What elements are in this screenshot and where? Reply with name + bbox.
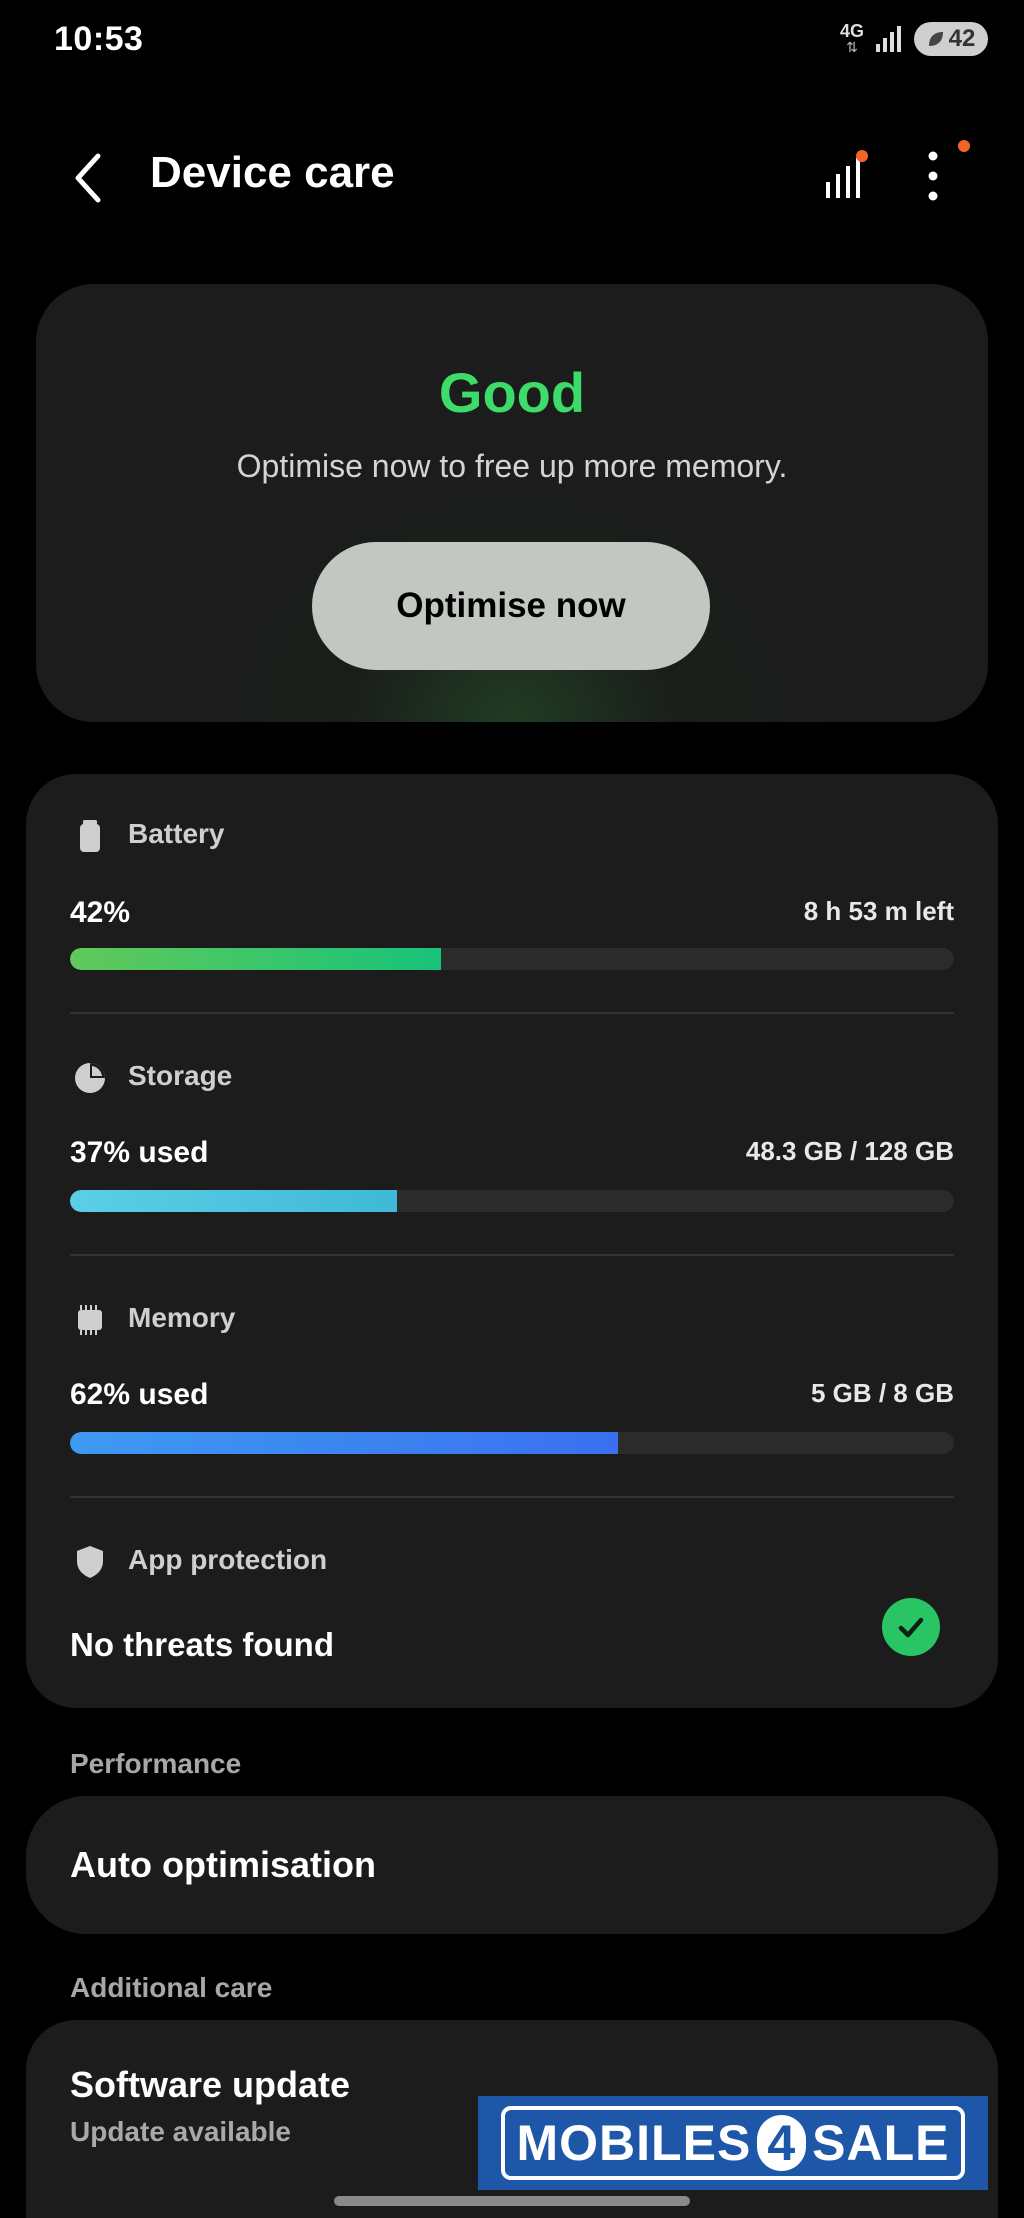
memory-capacity: 5 GB / 8 GB — [810, 1378, 954, 1408]
page-title: Device care — [150, 148, 395, 197]
storage-used: 37% used — [70, 1136, 209, 1169]
notification-dot — [856, 150, 868, 162]
network-type: 4G — [839, 21, 864, 41]
status-message: Optimise now to free up more memory. — [236, 448, 788, 484]
memory-chip-icon — [78, 1305, 102, 1335]
watermark-text: MOBILES 4 SALE — [500, 2106, 966, 2180]
memory-used: 62% used — [70, 1378, 209, 1411]
software-update-subtitle: Update available — [70, 2116, 291, 2147]
divider — [70, 1254, 954, 1256]
optimise-now-button[interactable]: Optimise now — [312, 542, 710, 670]
software-update-title: Software update — [70, 2064, 351, 2105]
storage-progress-fill — [70, 1190, 398, 1212]
storage-capacity: 48.3 GB / 128 GB — [745, 1136, 954, 1166]
status-time: 10:53 — [54, 20, 144, 58]
battery-level: 42 — [948, 25, 976, 52]
more-vertical-icon — [928, 151, 938, 201]
divider — [70, 1012, 954, 1014]
watermark-text-right: SALE — [812, 2115, 950, 2171]
shield-icon — [77, 1546, 103, 1578]
divider — [70, 1496, 954, 1498]
storage-title: Storage — [128, 1060, 233, 1091]
battery-percent: 42% — [70, 896, 131, 929]
auto-optimisation-item[interactable]: Auto optimisation — [26, 1796, 998, 1934]
status-icons: 4G ⇅ 42 — [840, 22, 988, 56]
battery-section[interactable]: Battery 42% 8 h 53 m left — [70, 816, 954, 1056]
additional-care-label: Additional care — [70, 1972, 273, 2003]
auto-optimisation-title: Auto optimisation — [70, 1844, 376, 1885]
app-protection-status: No threats found — [70, 1626, 334, 1663]
back-button[interactable] — [62, 148, 112, 208]
signal-icon — [876, 26, 901, 52]
leaf-icon — [928, 32, 943, 46]
app-protection-section[interactable]: App protection No threats found — [70, 1542, 954, 1672]
battery-icon — [80, 820, 100, 852]
checkmark-icon — [882, 1598, 940, 1656]
battery-indicator: 42 — [914, 22, 988, 56]
more-options-button[interactable] — [918, 140, 970, 202]
battery-progress-bar — [70, 948, 954, 970]
storage-progress-bar — [70, 1190, 954, 1212]
app-protection-title: App protection — [128, 1544, 328, 1575]
battery-time-left: 8 h 53 m left — [803, 896, 954, 926]
network-indicator: 4G ⇅ — [839, 21, 864, 55]
memory-progress-fill — [70, 1432, 619, 1454]
pie-chart-icon — [75, 1063, 105, 1093]
chevron-left-icon — [75, 153, 101, 203]
stats-button[interactable] — [822, 150, 868, 200]
device-status: Good — [438, 361, 586, 424]
watermark-text-left: MOBILES — [516, 2115, 752, 2171]
network-arrows: ⇅ — [846, 39, 858, 55]
memory-title: Memory — [128, 1302, 236, 1333]
watermark-logo: MOBILES 4 SALE — [478, 2096, 988, 2190]
watermark-text-mid: 4 — [757, 2115, 807, 2171]
home-indicator[interactable] — [334, 2196, 690, 2206]
battery-title: Battery — [128, 818, 225, 849]
notification-dot — [958, 140, 970, 152]
memory-progress-bar — [70, 1432, 954, 1454]
performance-label: Performance — [70, 1748, 242, 1779]
battery-progress-fill — [70, 948, 442, 970]
